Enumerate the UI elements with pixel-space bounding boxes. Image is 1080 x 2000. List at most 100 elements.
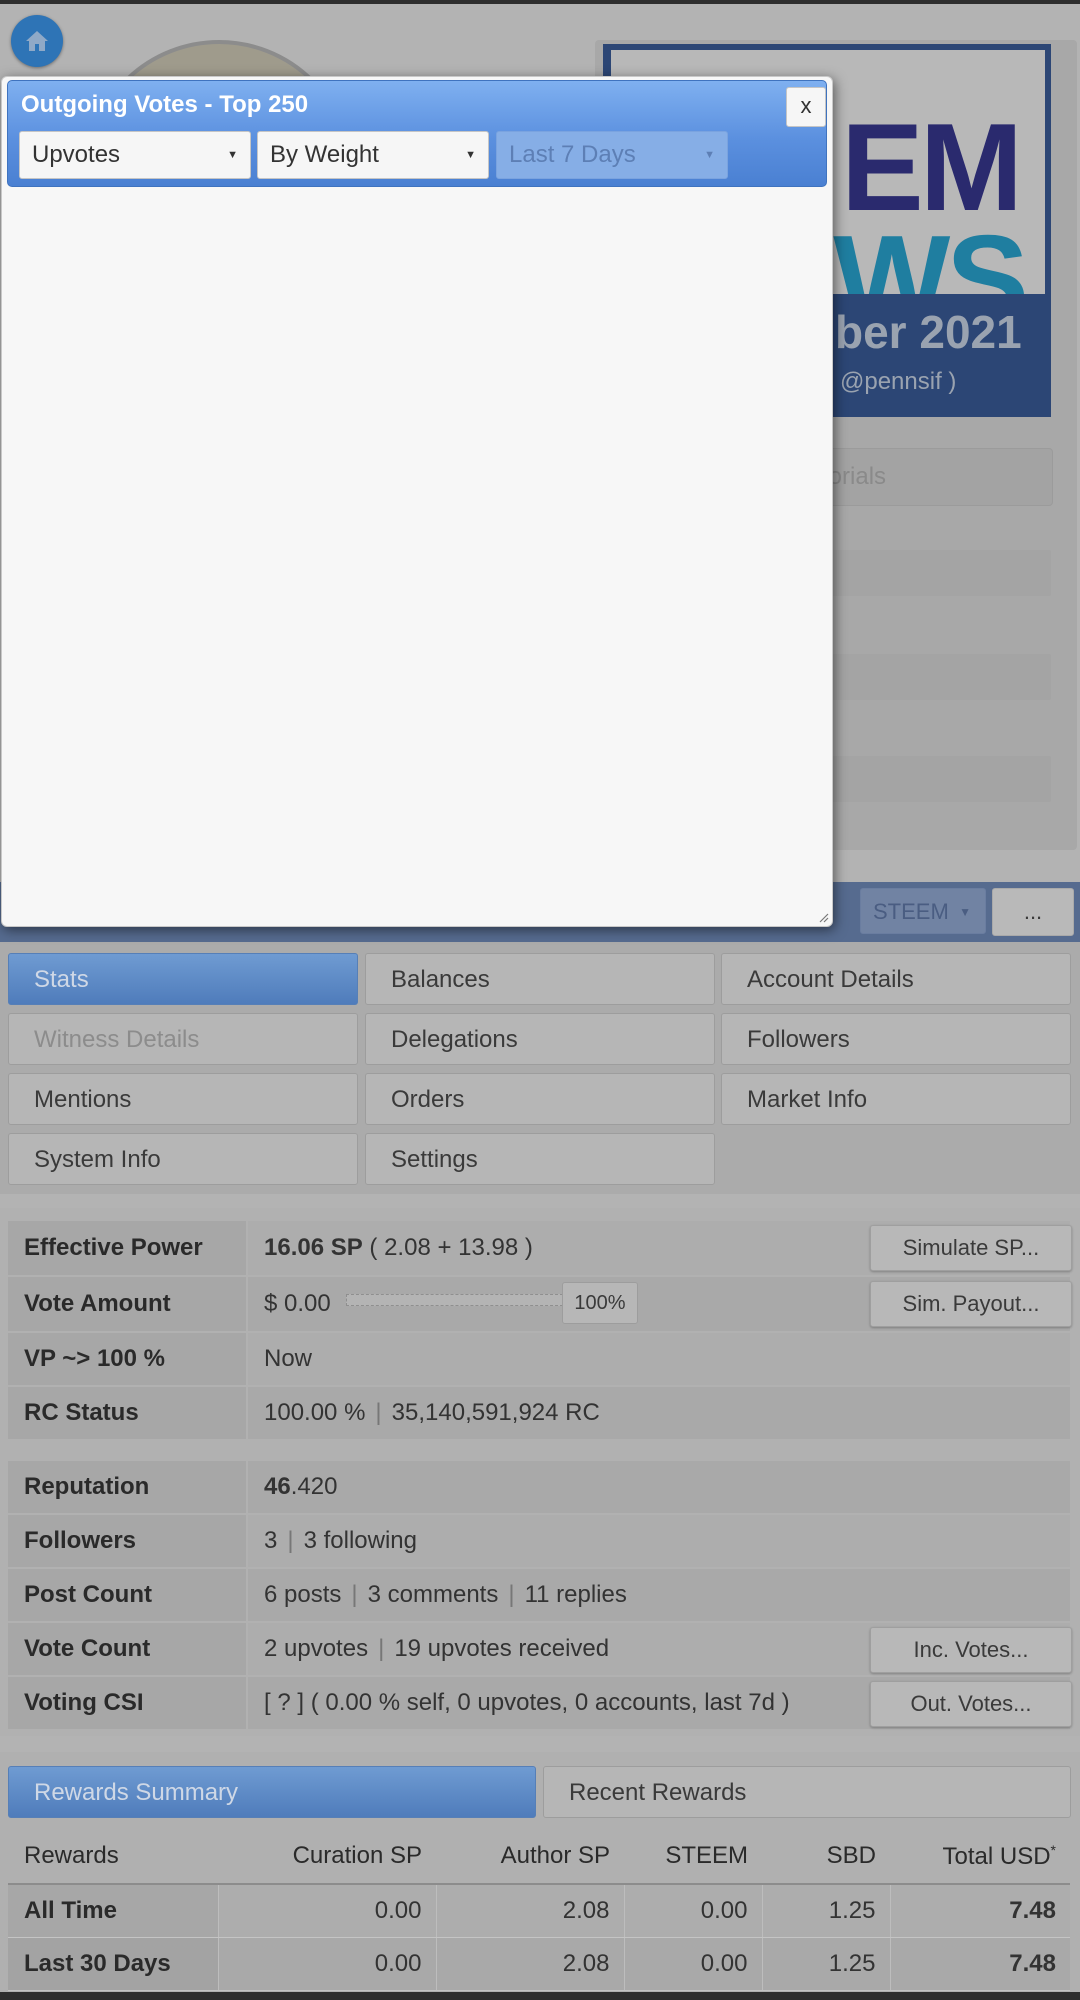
separator: | (287, 1527, 294, 1554)
stats-label: Voting CSI (8, 1677, 246, 1729)
banner-date: ber 2021 (835, 306, 1022, 358)
tab-stats[interactable]: Stats (8, 953, 358, 1005)
vote-percent-button[interactable]: 100% (562, 1282, 638, 1324)
currency-select[interactable]: STEEM ▼ (860, 888, 986, 934)
vote-weight-slider[interactable] (346, 1294, 563, 1306)
cell-curation-sp: 0.00 (217, 1884, 436, 1938)
simulate-sp-button[interactable]: Simulate SP... (870, 1225, 1072, 1271)
stats-label: RC Status (8, 1387, 246, 1439)
stats-row-vp: VP ~> 100 % Now (8, 1333, 1070, 1385)
effective-power-breakdown: ( 2.08 + 13.98 ) (369, 1234, 533, 1261)
following-count: 3 following (303, 1527, 417, 1554)
rewards-header-row: Rewards Curation SP Author SP STEEM SBD … (8, 1829, 1070, 1885)
column-header: SBD (762, 1829, 890, 1885)
cell-author-sp: 2.08 (435, 1937, 624, 1991)
tab-account-details[interactable]: Account Details (721, 953, 1071, 1005)
row-label: All Time (8, 1884, 218, 1938)
separator: | (351, 1581, 358, 1608)
chevron-down-icon: ▼ (227, 149, 238, 161)
column-header: STEEM (624, 1829, 762, 1885)
upvotes-count: 2 upvotes (264, 1635, 369, 1662)
stats-value: 46.420 (248, 1461, 1070, 1513)
vote-type-value: Upvotes (32, 141, 121, 168)
more-button[interactable]: ... (992, 888, 1074, 936)
separator: | (508, 1581, 515, 1608)
chevron-down-icon: ▼ (465, 149, 476, 161)
close-button[interactable]: x (786, 87, 826, 127)
period-select: Last 7 Days ▼ (496, 131, 728, 179)
stats-row-followers: Followers 3 | 3 following (8, 1515, 1070, 1567)
banner-user: @pennsif ) (840, 368, 957, 395)
stats-label: Effective Power (8, 1221, 246, 1275)
sort-value: By Weight (270, 141, 379, 168)
tab-followers[interactable]: Followers (721, 1013, 1071, 1065)
currency-select-value: STEEM (873, 899, 949, 924)
home-icon (26, 31, 48, 51)
cell-total-usd: 7.48 (889, 1937, 1070, 1991)
home-button[interactable] (11, 15, 63, 67)
stats-row-rc-status: RC Status 100.00 % | 35,140,591,924 RC (8, 1387, 1070, 1439)
effective-power-sp: 16.06 SP (264, 1234, 363, 1261)
cell-curation-sp: 0.00 (217, 1937, 436, 1991)
separator: | (378, 1635, 385, 1662)
cell-author-sp: 2.08 (435, 1884, 624, 1938)
reputation-decimal: .420 (290, 1473, 338, 1500)
resize-grip-icon[interactable] (817, 911, 829, 923)
rc-percent: 100.00 % (264, 1399, 366, 1426)
vote-amount-value: $ 0.00 (264, 1290, 331, 1317)
out-votes-button[interactable]: Out. Votes... (870, 1681, 1072, 1727)
vote-type-select[interactable]: Upvotes ▼ (19, 131, 251, 179)
table-row: Last 30 Days 0.00 2.08 0.00 1.25 7.48 (8, 1937, 1070, 1991)
stats-row-reputation: Reputation 46.420 (8, 1461, 1070, 1513)
row-label: Last 30 Days (8, 1937, 218, 1991)
followers-count: 3 (264, 1527, 278, 1554)
cell-sbd: 1.25 (761, 1884, 890, 1938)
posts-count: 6 posts (264, 1581, 342, 1608)
stats-label: VP ~> 100 % (8, 1333, 246, 1385)
cell-steem: 0.00 (623, 1884, 762, 1938)
tab-settings[interactable]: Settings (365, 1133, 715, 1185)
tab-balances[interactable]: Balances (365, 953, 715, 1005)
cell-sbd: 1.25 (761, 1937, 890, 1991)
tab-market-info[interactable]: Market Info (721, 1073, 1071, 1125)
tab-witness-details: Witness Details (8, 1013, 358, 1065)
inc-votes-button[interactable]: Inc. Votes... (870, 1627, 1072, 1673)
column-header-total: Total USD* (890, 1829, 1070, 1885)
dialog-header[interactable]: Outgoing Votes - Top 250 x Upvotes ▼ By … (7, 80, 827, 187)
column-header: Rewards (8, 1829, 218, 1885)
footnote-marker: * (1050, 1841, 1056, 1858)
column-header: Author SP (436, 1829, 624, 1885)
separator: | (375, 1399, 382, 1426)
replies-count: 11 replies (524, 1581, 627, 1608)
chevron-down-icon: ▼ (959, 905, 971, 919)
tab-orders[interactable]: Orders (365, 1073, 715, 1125)
stats-value: Now (248, 1333, 1070, 1385)
banner-word-bottom: WS (833, 211, 1029, 294)
comments-count: 3 comments (367, 1581, 499, 1608)
stats-value: 6 posts | 3 comments | 11 replies (248, 1569, 1070, 1621)
stats-label: Vote Amount (8, 1277, 246, 1331)
dialog-body (2, 189, 832, 926)
cell-steem: 0.00 (623, 1937, 762, 1991)
tab-system-info[interactable]: System Info (8, 1133, 358, 1185)
tab-rewards-summary[interactable]: Rewards Summary (8, 1766, 536, 1818)
upvotes-received: 19 upvotes received (394, 1635, 610, 1662)
outgoing-votes-dialog: Outgoing Votes - Top 250 x Upvotes ▼ By … (1, 76, 833, 927)
stats-label: Followers (8, 1515, 246, 1567)
column-header: Curation SP (218, 1829, 436, 1885)
stats-value: 100.00 % | 35,140,591,924 RC (248, 1387, 1070, 1439)
stats-label: Reputation (8, 1461, 246, 1513)
stats-label: Post Count (8, 1569, 246, 1621)
dialog-title: Outgoing Votes - Top 250 (21, 91, 309, 118)
stats-value: 3 | 3 following (248, 1515, 1070, 1567)
rewards-table: Rewards Curation SP Author SP STEEM SBD … (8, 1829, 1070, 1991)
bottom-strip (0, 1992, 1080, 2000)
chevron-down-icon: ▼ (704, 149, 715, 161)
tab-recent-rewards[interactable]: Recent Rewards (543, 1766, 1071, 1818)
tab-delegations[interactable]: Delegations (365, 1013, 715, 1065)
rc-amount: 35,140,591,924 RC (391, 1399, 600, 1426)
tab-mentions[interactable]: Mentions (8, 1073, 358, 1125)
reputation-integer: 46 (264, 1473, 291, 1500)
sim-payout-button[interactable]: Sim. Payout... (870, 1281, 1072, 1327)
sort-select[interactable]: By Weight ▼ (257, 131, 489, 179)
